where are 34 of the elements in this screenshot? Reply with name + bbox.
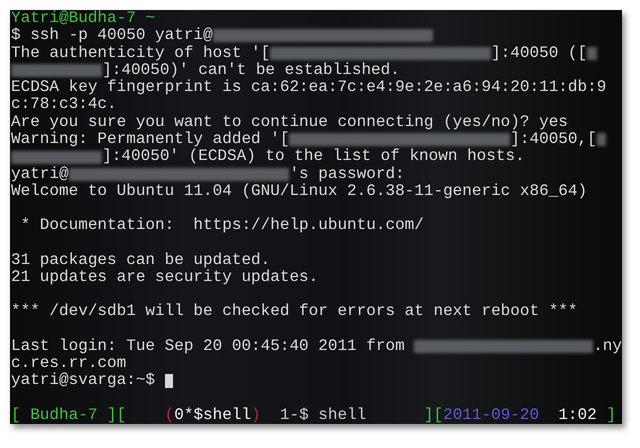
terminal-text: c.res.rr.com xyxy=(11,355,126,372)
terminal-text: The authenticity of host '[ xyxy=(11,44,270,62)
redacted-block xyxy=(587,46,597,60)
terminal-text: $ ssh -p 40050 yatri@ xyxy=(11,27,213,45)
cursor xyxy=(164,374,173,388)
status-text: 2011-09-20 xyxy=(443,406,540,424)
redacted-block xyxy=(596,133,606,146)
status-text: ][ xyxy=(424,406,444,424)
status-text: 1-$ shell xyxy=(278,406,368,424)
status-text: 1:02 xyxy=(557,406,598,424)
terminal-text: 31 packages can be updated. xyxy=(11,252,270,269)
terminal-text: *** /dev/sdb1 will be checked for errors at next reboot *** xyxy=(11,303,578,321)
terminal-text: c:78:c3:4c. xyxy=(11,96,117,114)
status-text: ( xyxy=(164,406,174,424)
status-text: [ Budha-7 ][ xyxy=(11,406,128,424)
terminal-text: * Documentation: https://help.ubuntu.com/ xyxy=(20,217,424,235)
status-text: ] xyxy=(606,406,616,424)
terminal-text: 's password: xyxy=(289,166,405,183)
status-text: ) xyxy=(251,406,261,424)
terminal-text: 21 updates are security updates. xyxy=(11,269,318,286)
terminal-text: Last login: Tue Sep 20 00:45:40 2011 from xyxy=(11,338,406,356)
terminal-text: Yatri@Budha-7 ~ xyxy=(11,10,156,27)
terminal-text: Are you sure you want to continue connecting (yes/no)? yes xyxy=(11,114,568,131)
status-text: 0*$shell xyxy=(174,406,252,424)
terminal-text: ]:40050' (ECDSA) to the list of known hosts. xyxy=(102,148,525,166)
terminal-text: Warning: Permanently added '[ xyxy=(11,131,290,148)
terminal-text: Welcome to Ubuntu 11.04 (GNU/Linux 2.6.38-11-generic x86_64) xyxy=(11,182,588,200)
terminal-text: ]:40050 ([ xyxy=(491,44,588,62)
terminal-text: ECDSA key fingerprint is ca:62:ea:7c:e4:9e:2e:a6:94:20:11:db:9 xyxy=(11,79,606,96)
terminal-text: ]:40050)' can't be established. xyxy=(102,62,400,79)
terminal-text: yatri@ xyxy=(11,166,69,183)
terminal-text: .ny xyxy=(593,338,622,356)
terminal-text: ]:40050,[ xyxy=(510,131,597,148)
terminal-text: yatri@svarga:~$ xyxy=(11,372,156,390)
